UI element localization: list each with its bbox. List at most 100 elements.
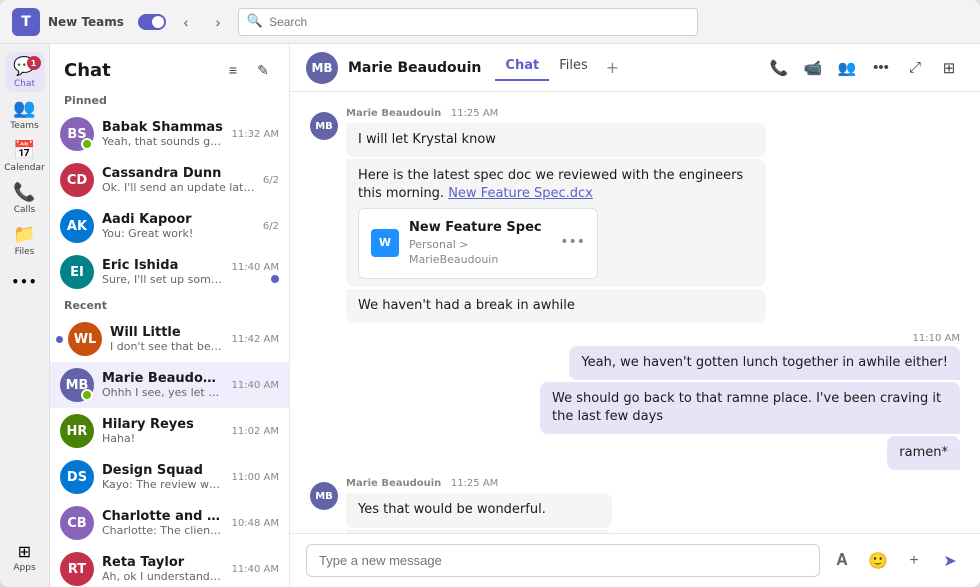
chat-meta-cassandra: 6/2 bbox=[263, 175, 279, 186]
chat-badge: 1 bbox=[27, 56, 41, 70]
chat-preview-design: Kayo: The review went really well! Can't… bbox=[102, 478, 224, 491]
chat-time-reta: 11:40 AM bbox=[232, 564, 279, 575]
tab-add-button[interactable]: + bbox=[598, 54, 627, 81]
msg-sender-time-2: Marie Beaudouin 11:25 AM bbox=[346, 478, 612, 489]
toggle-switch[interactable] bbox=[138, 14, 166, 30]
pinned-chat-eric[interactable]: EI Eric Ishida Sure, I'll set up somethi… bbox=[50, 249, 289, 295]
teams-logo: T bbox=[12, 8, 40, 36]
participants-button[interactable]: 👥 bbox=[832, 53, 862, 83]
app-window: T New Teams ‹ › 🔍 💬 Chat 1 👥 Teams 📅 bbox=[0, 0, 980, 587]
tab-files[interactable]: Files bbox=[549, 54, 598, 81]
chat-name-marie: Marie Beaudouin bbox=[102, 371, 224, 386]
recent-chat-hilary[interactable]: HR Hilary Reyes Haha! 11:02 AM bbox=[50, 408, 289, 454]
chat-contact-avatar: MB bbox=[306, 52, 338, 84]
msg-bubble-self-2: We should go back to that ramne place. I… bbox=[540, 382, 960, 434]
chat-name-reta: Reta Taylor bbox=[102, 555, 224, 570]
recent-chat-marie[interactable]: MB Marie Beaudouin Ohhh I see, yes let m… bbox=[50, 362, 289, 408]
sidebar-item-calls[interactable]: 📞 Calls bbox=[5, 178, 45, 218]
search-bar[interactable]: 🔍 bbox=[238, 8, 698, 36]
msg-group-marie-2: MB Marie Beaudouin 11:25 AM Yes that wou… bbox=[310, 478, 960, 533]
chat-list-title: Chat bbox=[64, 60, 111, 81]
sidebar-label-chat: Chat bbox=[14, 79, 35, 89]
pinned-chat-cassandra[interactable]: CD Cassandra Dunn Ok. I'll send an updat… bbox=[50, 157, 289, 203]
recent-chat-will[interactable]: WL Will Little I don't see that being an… bbox=[50, 316, 289, 362]
chat-time-will: 11:42 AM bbox=[232, 334, 279, 345]
chat-time-marie: 11:40 AM bbox=[232, 380, 279, 391]
search-icon: 🔍 bbox=[247, 14, 263, 29]
chat-main: MB Marie Beaudouin Chat Files + 📞 📹 👥 ••… bbox=[290, 44, 980, 587]
file-info: New Feature Spec Personal > MarieBeaudou… bbox=[409, 219, 550, 268]
chat-meta-marie: 11:40 AM bbox=[232, 380, 279, 391]
video-call-button[interactable]: 📹 bbox=[798, 53, 828, 83]
msg-group-marie-1: MB Marie Beaudouin 11:25 AM I will let K… bbox=[310, 108, 960, 323]
chat-preview-charlotte: Charlotte: The client was pretty happy w… bbox=[102, 524, 224, 537]
tab-chat[interactable]: Chat bbox=[495, 54, 549, 81]
sidebar-item-files[interactable]: 📁 Files bbox=[5, 220, 45, 260]
chat-preview-will: I don't see that being an issue. Can you… bbox=[110, 340, 224, 353]
search-input[interactable] bbox=[269, 15, 689, 29]
sidebar-item-apps[interactable]: ⊞ Apps bbox=[5, 537, 45, 577]
msg-bubble-marie-4: Yes that would be wonderful. bbox=[346, 493, 612, 527]
msg-sender-time-1: Marie Beaudouin 11:25 AM bbox=[346, 108, 766, 119]
unread-dot-eric bbox=[271, 275, 279, 283]
file-name: New Feature Spec bbox=[409, 219, 550, 237]
avatar-cassandra: CD bbox=[60, 163, 94, 197]
chat-info-charlotte: Charlotte and Babak Charlotte: The clien… bbox=[102, 509, 224, 537]
msg-bubble-self-1: Yeah, we haven't gotten lunch together i… bbox=[569, 346, 960, 380]
filter-button[interactable]: ≡ bbox=[221, 58, 245, 82]
toggle-knob bbox=[152, 16, 164, 28]
unread-dot-will bbox=[56, 336, 63, 343]
more-options-button[interactable]: ••• bbox=[866, 53, 896, 83]
file-icon: W bbox=[371, 229, 399, 257]
main-content: 💬 Chat 1 👥 Teams 📅 Calendar 📞 Calls 📁 Fi… bbox=[0, 44, 980, 587]
avatar-will: WL bbox=[68, 322, 102, 356]
chat-preview-aadi: You: Great work! bbox=[102, 227, 255, 240]
chat-preview-eric: Sure, I'll set up something for next wee… bbox=[102, 273, 224, 286]
forward-button[interactable]: › bbox=[206, 10, 230, 34]
pinned-chat-babak[interactable]: BS Babak Shammas Yeah, that sounds great… bbox=[50, 111, 289, 157]
chat-name-babak: Babak Shammas bbox=[102, 120, 224, 135]
audio-call-button[interactable]: 📞 bbox=[764, 53, 794, 83]
expand-button[interactable]: ⤢ bbox=[900, 53, 930, 83]
chat-meta-will: 11:42 AM bbox=[232, 334, 279, 345]
chat-meta-hilary: 11:02 AM bbox=[232, 426, 279, 437]
sidebar-label-apps: Apps bbox=[13, 563, 35, 573]
chat-info-hilary: Hilary Reyes Haha! bbox=[102, 417, 224, 445]
sidebar-item-calendar[interactable]: 📅 Calendar bbox=[5, 136, 45, 176]
avatar-aadi: AK bbox=[60, 209, 94, 243]
new-chat-button[interactable]: ✎ bbox=[251, 58, 275, 82]
sidebar-item-chat[interactable]: 💬 Chat 1 bbox=[5, 52, 45, 92]
spec-doc-link[interactable]: New Feature Spec.dcx bbox=[448, 186, 593, 201]
attach-button[interactable]: + bbox=[900, 547, 928, 575]
msg-time-self-1: 11:10 AM bbox=[913, 333, 960, 344]
send-button[interactable]: ➤ bbox=[936, 547, 964, 575]
app-title: New Teams bbox=[48, 15, 124, 29]
avatar-design: DS bbox=[60, 460, 94, 494]
chat-info-babak: Babak Shammas Yeah, that sounds great bbox=[102, 120, 224, 148]
popout-button[interactable]: ⊞ bbox=[934, 53, 964, 83]
back-button[interactable]: ‹ bbox=[174, 10, 198, 34]
chat-preview-marie: Ohhh I see, yes let me fix that! bbox=[102, 386, 224, 399]
file-more-button[interactable]: ••• bbox=[560, 233, 585, 253]
recent-chat-charlotte[interactable]: CB Charlotte and Babak Charlotte: The cl… bbox=[50, 500, 289, 546]
chat-preview-babak: Yeah, that sounds great bbox=[102, 135, 224, 148]
chat-header: MB Marie Beaudouin Chat Files + 📞 📹 👥 ••… bbox=[290, 44, 980, 92]
chat-name-aadi: Aadi Kapoor bbox=[102, 212, 255, 227]
files-icon: 📁 bbox=[13, 224, 35, 245]
format-button[interactable]: 𝐀 bbox=[828, 547, 856, 575]
msg-bubble-self-3: ramen* bbox=[887, 436, 960, 470]
sidebar-item-teams[interactable]: 👥 Teams bbox=[5, 94, 45, 134]
msg-avatar-marie-2: MB bbox=[310, 482, 338, 510]
emoji-button[interactable]: 🙂 bbox=[864, 547, 892, 575]
message-input[interactable] bbox=[306, 544, 820, 577]
msg-avatar-marie: MB bbox=[310, 112, 338, 140]
calls-icon: 📞 bbox=[13, 182, 35, 203]
chat-preview-cassandra: Ok. I'll send an update later. bbox=[102, 181, 255, 194]
recent-chat-reta[interactable]: RT Reta Taylor Ah, ok I understand now. … bbox=[50, 546, 289, 587]
chat-name-charlotte: Charlotte and Babak bbox=[102, 509, 224, 524]
sidebar-item-more[interactable]: ••• bbox=[5, 262, 45, 302]
pinned-chat-aadi[interactable]: AK Aadi Kapoor You: Great work! 6/2 bbox=[50, 203, 289, 249]
recent-chat-design[interactable]: DS Design Squad Kayo: The review went re… bbox=[50, 454, 289, 500]
avatar-marie: MB bbox=[60, 368, 94, 402]
sidebar-label-calls: Calls bbox=[14, 205, 36, 215]
